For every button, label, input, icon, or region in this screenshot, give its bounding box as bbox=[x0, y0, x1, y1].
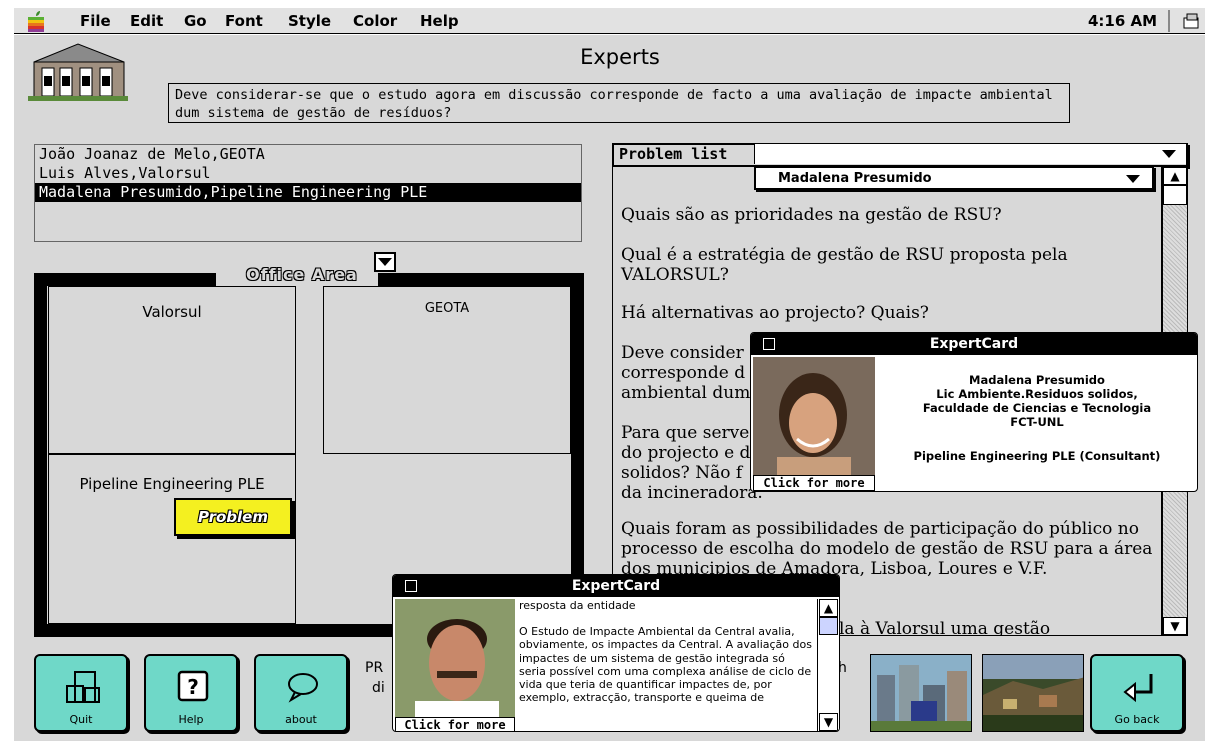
help-label: Help bbox=[178, 713, 204, 726]
room-label: Pipeline Engineering PLE bbox=[79, 475, 265, 493]
problem-list-label: Problem list bbox=[619, 145, 728, 163]
scroll-up-icon[interactable]: ▲ bbox=[819, 599, 838, 617]
expert-specialty: Lic Ambiente.Residuos solidos, bbox=[936, 387, 1138, 401]
expert-card-titlebar[interactable]: ExpertCard bbox=[751, 333, 1197, 355]
scroll-down-icon[interactable]: ▼ bbox=[1163, 617, 1187, 635]
page-title: Experts bbox=[580, 45, 660, 69]
expert-card-info: Madalena Presumido Lic Ambiente.Residuos… bbox=[877, 373, 1197, 463]
chevron-down-icon bbox=[378, 258, 392, 266]
question-item[interactable]: Quais foram as possibilidades de partici… bbox=[621, 519, 1156, 579]
application-menu-icon[interactable] bbox=[1182, 12, 1202, 30]
apple-menu-icon[interactable] bbox=[26, 10, 46, 32]
chevron-down-icon bbox=[1126, 175, 1140, 183]
menubar-clock: 4:16 AM bbox=[1088, 12, 1158, 30]
city-scene-icon bbox=[871, 655, 971, 731]
question-item[interactable]: Qual é a estratégia de gestão de RSU pro… bbox=[621, 245, 1156, 285]
list-item-selected[interactable]: Madalena Presumido,Pipeline Engineering … bbox=[35, 183, 581, 202]
expert-card-titlebar[interactable]: ExpertCard bbox=[393, 575, 839, 597]
expert-school-short: FCT-UNL bbox=[1010, 415, 1064, 429]
expert-dropdown-value: Madalena Presumido bbox=[778, 171, 932, 186]
office-area-label: Office Area bbox=[246, 265, 358, 284]
quit-label: Quit bbox=[69, 713, 93, 726]
expert-photo bbox=[753, 357, 875, 477]
svg-text:?: ? bbox=[187, 675, 199, 699]
landfill-scene-thumbnail[interactable] bbox=[982, 654, 1084, 732]
problem-button[interactable]: Problem bbox=[174, 498, 292, 536]
menubar-separator bbox=[1168, 10, 1170, 32]
question-text: Deve considerar-se que o estudo agora em… bbox=[168, 83, 1070, 123]
question-item[interactable]: Quais são as prioridades na gestão de RS… bbox=[621, 205, 1156, 225]
return-arrow-icon bbox=[1123, 674, 1153, 703]
scroll-down-icon[interactable]: ▼ bbox=[819, 713, 838, 731]
question-item[interactable]: la à Valorsul uma gestão bbox=[839, 619, 1139, 635]
go-back-label: Go back bbox=[1114, 713, 1160, 726]
response-body: O Estudo de Impacte Ambiental da Central… bbox=[519, 625, 812, 705]
menu-file[interactable]: File bbox=[80, 12, 111, 30]
expert-school: Faculdade de Ciencias e Tecnologia bbox=[922, 401, 1152, 415]
scroll-thumb[interactable] bbox=[1163, 185, 1187, 205]
problem-list-dropdown[interactable] bbox=[754, 144, 1186, 164]
person-photo-icon bbox=[753, 357, 875, 477]
close-icon[interactable] bbox=[763, 338, 775, 350]
menu-edit[interactable]: Edit bbox=[130, 12, 163, 30]
response-scrollbar[interactable]: ▲ ▼ bbox=[817, 599, 839, 731]
scroll-thumb[interactable] bbox=[819, 617, 838, 635]
scroll-up-icon[interactable]: ▲ bbox=[1163, 167, 1187, 185]
office-area-dropdown-button[interactable] bbox=[374, 252, 396, 272]
help-button[interactable]: ? Help bbox=[144, 654, 238, 732]
about-button[interactable]: about bbox=[254, 654, 348, 732]
landfill-scene-icon bbox=[983, 655, 1083, 731]
expert-card-title: ExpertCard bbox=[571, 578, 661, 594]
expert-organization: Pipeline Engineering PLE (Consultant) bbox=[913, 449, 1161, 463]
help-icon: ? bbox=[177, 670, 209, 702]
menu-color[interactable]: Color bbox=[353, 12, 397, 30]
partial-text-line1: PR bbox=[365, 660, 384, 676]
list-item[interactable]: João Joanaz de Melo,GEOTA bbox=[35, 145, 581, 164]
person-photo-icon bbox=[395, 599, 515, 717]
expert-card-madalena[interactable]: ExpertCard Click for more Madalena Presu… bbox=[750, 332, 1198, 492]
menu-go[interactable]: Go bbox=[184, 12, 207, 30]
city-scene-thumbnail[interactable] bbox=[870, 654, 972, 732]
expert-list[interactable]: João Joanaz de Melo,GEOTA Luis Alves,Val… bbox=[34, 144, 582, 242]
room-valorsul[interactable]: Valorsul bbox=[48, 286, 296, 454]
expert-card-title: ExpertCard bbox=[929, 336, 1019, 352]
menu-help[interactable]: Help bbox=[420, 12, 459, 30]
expert-dropdown[interactable]: Madalena Presumido bbox=[754, 166, 1154, 190]
door-exit-icon bbox=[66, 671, 100, 703]
expert-card-response-text: resposta da entidade O Estudo de Impacte… bbox=[517, 599, 815, 731]
room-label: Valorsul bbox=[142, 303, 202, 321]
partial-text-tail: h bbox=[838, 660, 847, 676]
click-for-more-button[interactable]: Click for more bbox=[395, 717, 515, 731]
menu-font[interactable]: Font bbox=[225, 12, 263, 30]
partial-text-line2: di bbox=[372, 680, 385, 696]
room-label: GEOTA bbox=[424, 301, 470, 316]
expert-card-response[interactable]: ExpertCard Click for more resposta da en… bbox=[392, 574, 840, 732]
list-item[interactable]: Luis Alves,Valorsul bbox=[35, 164, 581, 183]
chevron-down-icon bbox=[1162, 150, 1176, 158]
expert-photo bbox=[395, 599, 515, 717]
room-geota[interactable]: GEOTA bbox=[323, 286, 571, 454]
close-icon[interactable] bbox=[405, 580, 417, 592]
building-logo-icon bbox=[24, 40, 132, 102]
question-item[interactable]: Há alternativas ao projecto? Quais? bbox=[621, 303, 1156, 323]
menu-style[interactable]: Style bbox=[288, 12, 331, 30]
expert-name: Madalena Presumido bbox=[969, 373, 1105, 387]
response-heading: resposta da entidade bbox=[519, 599, 636, 612]
quit-button[interactable]: Quit bbox=[34, 654, 128, 732]
room-pipeline-engineering[interactable]: Pipeline Engineering PLE bbox=[48, 454, 296, 624]
go-back-button[interactable]: Go back bbox=[1090, 654, 1184, 732]
about-label: about bbox=[285, 713, 317, 726]
speech-bubble-icon bbox=[288, 673, 318, 703]
click-for-more-button[interactable]: Click for more bbox=[753, 475, 875, 491]
